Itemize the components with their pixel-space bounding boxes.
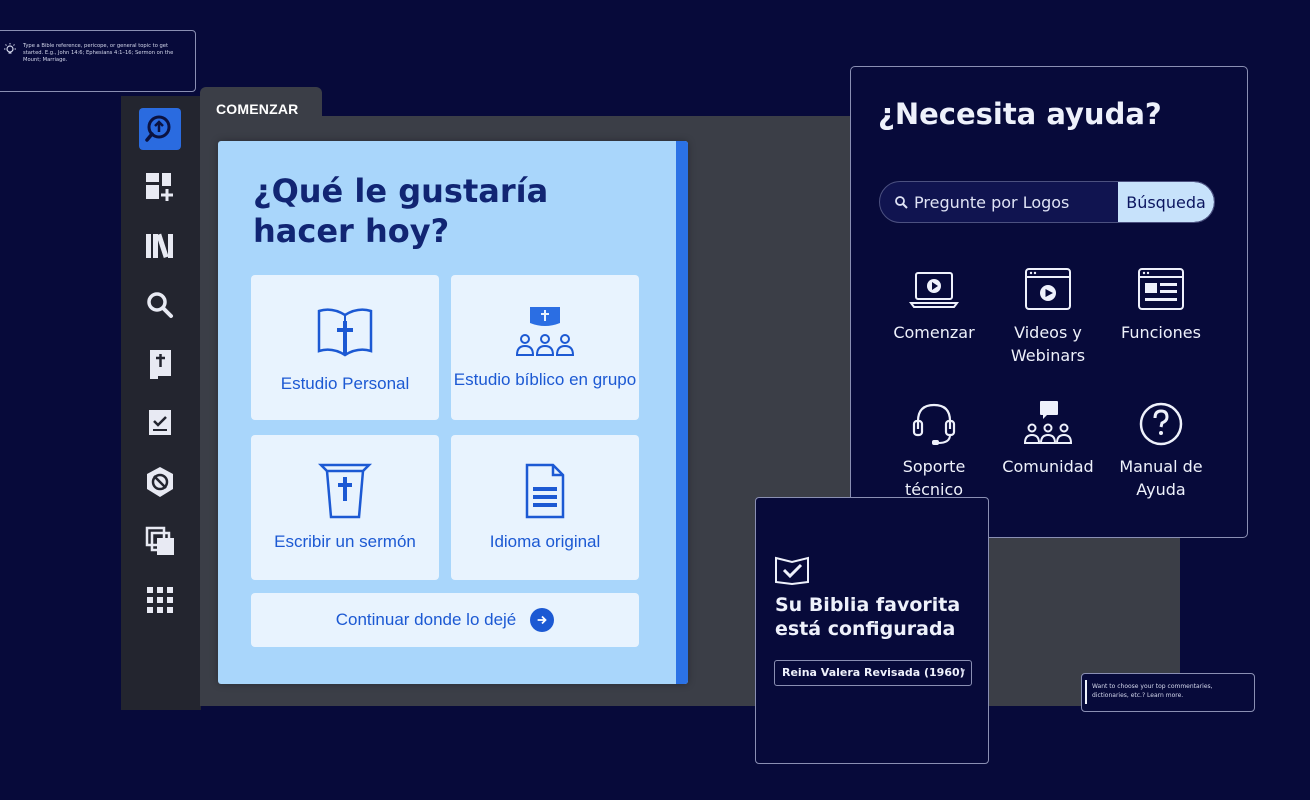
option-group-study[interactable]: Estudio bíblico en grupo [451, 275, 639, 420]
help-search-input[interactable] [914, 182, 1114, 222]
sidebar-item-logos[interactable] [139, 108, 181, 150]
start-card: ¿Qué le gustaría hacer hoy? Estudio Pers… [218, 141, 688, 684]
sidebar-item-tasks[interactable] [139, 402, 181, 444]
help-item-label: Videos y Webinars [1010, 323, 1086, 365]
open-bible-icon [317, 308, 373, 357]
page-title: ¿Qué le gustaría hacer hoy? [253, 172, 549, 250]
arrow-right-icon [530, 608, 555, 632]
document-icon [525, 463, 565, 519]
help-item-videos[interactable]: Videos y Webinars [993, 265, 1103, 367]
copy-icon [145, 526, 174, 555]
apps-grid-icon [147, 587, 173, 613]
search-tip-box: Type a Bible reference, pericope, or gen… [0, 30, 196, 92]
tip-text: Type a Bible reference, pericope, or gen… [23, 43, 174, 63]
help-item-label: Funciones [1121, 323, 1201, 342]
help-item-support[interactable]: Soporte técnico [879, 399, 989, 501]
continue-label: Continuar donde lo dejé [335, 610, 517, 629]
help-item-label: Comunidad [1002, 457, 1094, 476]
help-item-label: Soporte técnico [902, 457, 966, 499]
bible-icon [150, 350, 171, 379]
help-panel: ¿Necesita ayuda? Búsqueda Comenzar Video… [850, 66, 1248, 538]
help-item-start[interactable]: Comenzar [879, 265, 989, 344]
bible-select-value: Reina Valera Revisada (1960) [782, 666, 965, 679]
group-study-icon [515, 307, 575, 356]
checklist-icon [149, 410, 171, 435]
option-label: Estudio Personal [280, 374, 410, 393]
option-label: Estudio bíblico en grupo [453, 370, 637, 389]
help-search-button[interactable]: Búsqueda [1118, 182, 1214, 222]
favorite-bible-card: Su Biblia favorita está configurada Rein… [755, 497, 989, 764]
option-personal-study[interactable]: Estudio Personal [251, 275, 439, 420]
help-item-label: Manual de Ayuda [1119, 457, 1203, 499]
chevron-down-icon: ▾ [960, 667, 965, 677]
add-layout-icon [146, 173, 173, 201]
tip2-text: Want to choose your top commentaries, di… [1092, 683, 1213, 699]
tab-comenzar[interactable]: COMENZAR [200, 87, 322, 123]
search-icon [147, 292, 173, 318]
pulpit-icon [317, 463, 373, 519]
library-icon [146, 233, 173, 259]
help-item-manual[interactable]: Manual de Ayuda [1106, 399, 1216, 501]
help-circle-icon [1139, 402, 1183, 446]
scrollbar[interactable] [676, 141, 688, 684]
option-label: Idioma original [489, 532, 601, 551]
sidebar-item-library[interactable] [139, 225, 181, 267]
shield-icon [147, 467, 173, 497]
logos-icon [145, 115, 171, 142]
option-label: Escribir un sermón [274, 532, 416, 551]
commentaries-tip[interactable]: Want to choose your top commentaries, di… [1081, 673, 1255, 712]
lightbulb-icon [4, 43, 16, 54]
help-search-bar: Búsqueda [879, 181, 1215, 223]
sidebar [121, 96, 201, 710]
headset-icon [912, 403, 956, 445]
tip-accent-bar [1085, 680, 1087, 704]
sidebar-item-apps[interactable] [139, 579, 181, 621]
sidebar-item-copy[interactable] [139, 520, 181, 562]
bookmark-check-icon [775, 556, 809, 586]
sidebar-item-shield[interactable] [139, 461, 181, 503]
help-item-community[interactable]: Comunidad [993, 399, 1103, 478]
search-icon [895, 196, 908, 209]
help-item-label: Comenzar [893, 323, 975, 342]
bible-select[interactable]: Reina Valera Revisada (1960) ▾ [774, 660, 972, 686]
option-write-sermon[interactable]: Escribir un sermón [251, 435, 439, 580]
laptop-play-icon [909, 272, 959, 308]
continue-button[interactable]: Continuar donde lo dejé [251, 593, 639, 647]
favorite-title: Su Biblia favorita está configurada [775, 594, 961, 640]
help-item-features[interactable]: Funciones [1106, 265, 1216, 344]
sidebar-item-bible[interactable] [139, 343, 181, 385]
sidebar-item-layouts[interactable] [139, 166, 181, 208]
help-title: ¿Necesita ayuda? [878, 97, 1162, 131]
sidebar-item-search[interactable] [139, 284, 181, 326]
option-original-language[interactable]: Idioma original [451, 435, 639, 580]
features-window-icon [1138, 268, 1184, 310]
video-window-icon [1025, 268, 1071, 310]
community-icon [1023, 401, 1073, 444]
